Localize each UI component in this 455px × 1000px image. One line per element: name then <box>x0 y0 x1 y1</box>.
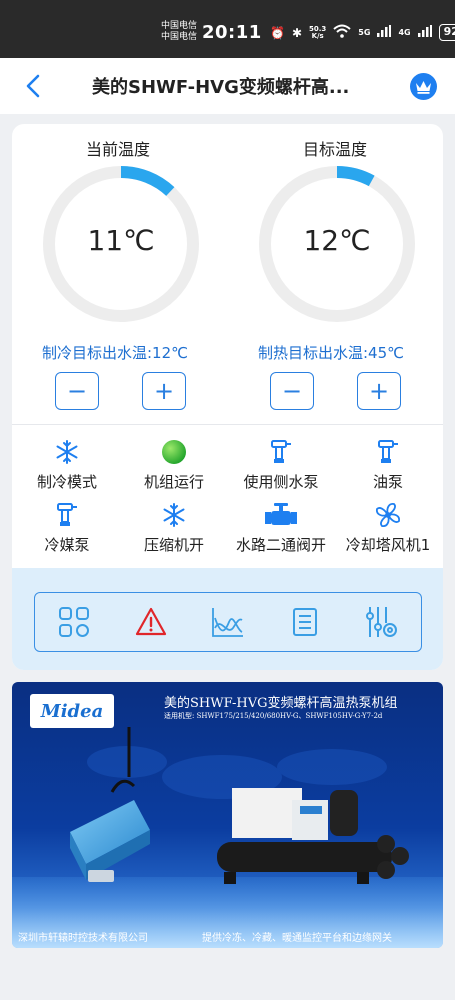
overview-button[interactable] <box>54 602 94 642</box>
divider <box>12 424 443 425</box>
cooling-target-label: 制冷目标出水温:12℃ <box>42 344 188 362</box>
chart-icon <box>212 608 243 637</box>
status-refrigerant-pump: 冷媒泵 <box>12 502 122 555</box>
carrier-labels: 中国电信 中国电信 <box>161 21 197 43</box>
banner-models: 适用机型: SHWF175/215/420/680HV-G、SHWF105HV-… <box>164 712 383 720</box>
snowflake-icon <box>119 502 229 528</box>
battery-indicator: 92 <box>438 24 455 41</box>
signal-icon <box>377 25 392 40</box>
net-type-1: 5G <box>358 28 371 37</box>
snowflake-icon <box>12 439 122 465</box>
status-user-pump: 使用侧水泵 <box>226 439 336 492</box>
status-label: 机组运行 <box>143 473 204 491</box>
status-bar: 中国电信 中国电信 20:11 ⏰ ✱ 50.3 K/s 5G 4G 92 <box>0 0 455 58</box>
status-compressor-on: 压缩机开 <box>119 502 229 555</box>
banner-company: 深圳市轩辕时控技术有限公司 <box>18 933 148 944</box>
status-two-way-valve: 水路二通阀开 <box>226 502 336 555</box>
chevron-left-icon <box>26 74 40 98</box>
cooling-decrease-button[interactable]: − <box>55 372 99 410</box>
heating-target-label: 制热目标出水温:45℃ <box>258 344 404 362</box>
green-indicator-icon <box>119 439 229 465</box>
status-label: 制冷模式 <box>36 473 97 491</box>
current-temp-value: 11℃ <box>87 224 155 257</box>
cooling-increase-button[interactable]: + <box>142 372 186 410</box>
pump-icon <box>226 439 336 465</box>
control-panel: 当前温度 目标温度 11℃ 12℃ 制冷目标出水温:12℃ 制热目标出水温:45… <box>12 124 443 670</box>
wifi-icon <box>333 24 351 41</box>
trend-chart-button[interactable] <box>208 602 248 642</box>
list-icon <box>293 608 318 636</box>
banner-slogan: 提供冷冻、冷藏、暖通监控平台和边缘网关 <box>202 933 392 944</box>
grid-icon <box>58 607 89 637</box>
carrier-1: 中国电信 <box>161 21 198 31</box>
target-temp-label: 目标温度 <box>303 140 368 159</box>
banner-title: 美的SHWF-HVG变频螺杆高温热泵机组 <box>164 696 398 711</box>
status-icons: ⏰ ✱ 50.3 K/s 5G 4G 92 <box>270 24 455 41</box>
net-type-2: 4G <box>398 28 411 37</box>
status-label: 水路二通阀开 <box>235 536 326 554</box>
status-cooling-mode: 制冷模式 <box>12 439 122 492</box>
status-label: 冷媒泵 <box>44 536 90 554</box>
status-cooling-tower-fan: 冷却塔风机1 <box>333 502 443 555</box>
status-label: 压缩机开 <box>143 536 204 554</box>
function-toolbar <box>34 592 422 652</box>
product-banner[interactable]: Midea 美的SHWF-HVG变频螺杆高温热泵机组 适用机型: SHWF175… <box>12 682 443 948</box>
status-oil-pump: 油泵 <box>333 439 443 492</box>
toolbar-area <box>12 568 443 670</box>
status-label: 使用侧水泵 <box>243 473 319 491</box>
alarm-clock-icon: ⏰ <box>270 25 285 40</box>
vip-button[interactable] <box>410 73 437 100</box>
status-label: 冷却塔风机1 <box>345 536 431 554</box>
clock: 20:11 <box>202 22 262 43</box>
network-speed: 50.3 K/s <box>309 25 326 40</box>
pump-icon <box>333 439 443 465</box>
heating-increase-button[interactable]: + <box>357 372 401 410</box>
page-title: 美的SHWF-HVG变频螺杆高... <box>92 77 350 98</box>
midea-logo: Midea <box>30 694 114 728</box>
back-button[interactable] <box>22 72 46 100</box>
current-temp-label: 当前温度 <box>86 140 151 159</box>
crown-icon <box>416 80 431 94</box>
speed-unit: K/s <box>311 31 324 40</box>
carrier-2: 中国电信 <box>161 32 198 42</box>
nav-bar: 美的SHWF-HVG变频螺杆高... <box>0 58 455 114</box>
signal-icon <box>417 25 432 40</box>
status-unit-running: 机组运行 <box>119 439 229 492</box>
alarm-button[interactable] <box>131 602 171 642</box>
parameter-settings-button[interactable] <box>362 602 402 642</box>
fan-icon <box>333 502 443 528</box>
target-temp-value: 12℃ <box>303 224 371 257</box>
settings-sliders-icon <box>366 607 398 637</box>
logo-text: Midea <box>40 700 104 722</box>
record-list-button[interactable] <box>285 602 325 642</box>
alarm-icon <box>135 607 166 636</box>
valve-icon <box>226 502 336 528</box>
status-label: 油泵 <box>372 473 403 491</box>
heating-decrease-button[interactable]: − <box>270 372 314 410</box>
pump-icon <box>12 502 122 528</box>
bluetooth-icon: ✱ <box>291 25 303 40</box>
